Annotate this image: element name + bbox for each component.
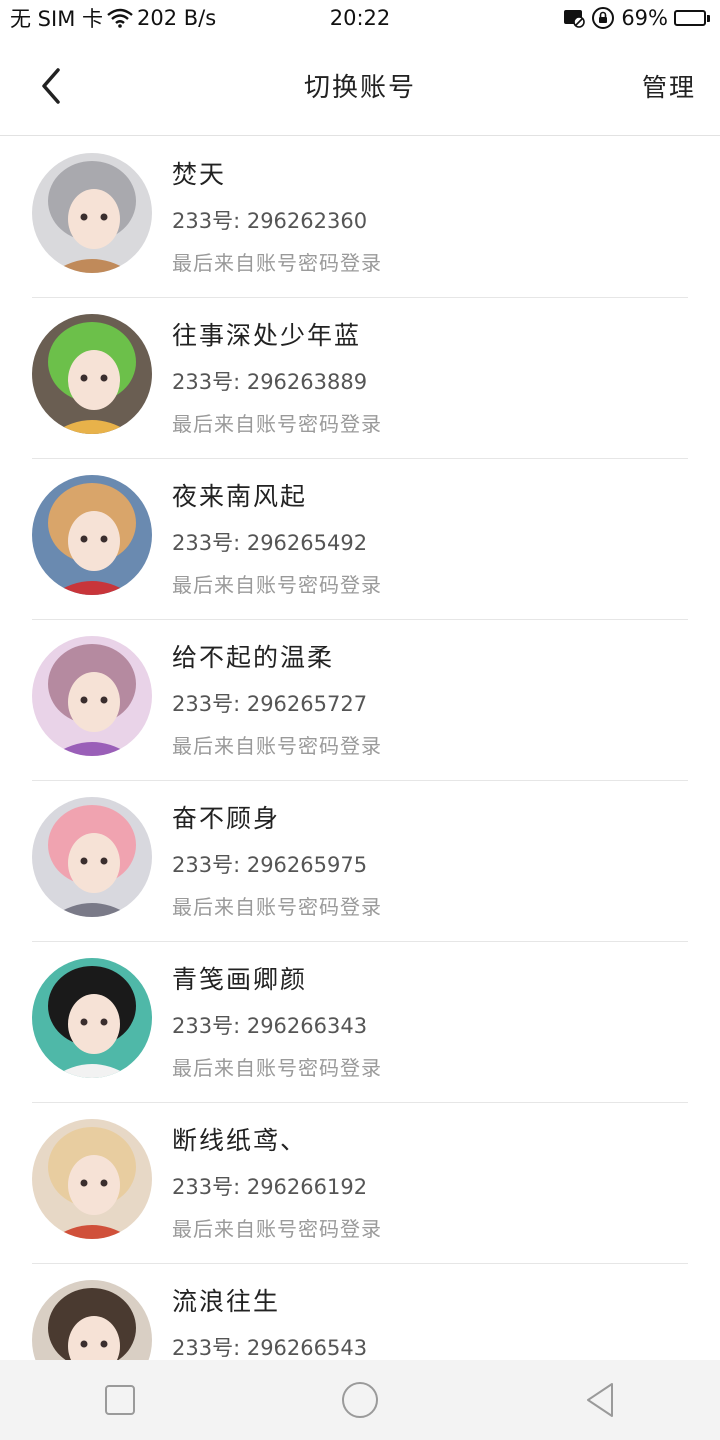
account-name: 焚天 bbox=[172, 160, 227, 189]
account-login-method: 最后来自账号密码登录 bbox=[172, 1217, 382, 1241]
header: 切换账号 管理 bbox=[0, 36, 720, 136]
account-name: 奋不顾身 bbox=[172, 804, 281, 833]
chevron-left-icon bbox=[42, 68, 60, 104]
account-name: 断线纸鸢、 bbox=[172, 1126, 308, 1155]
account-item[interactable]: 给不起的温柔 233号: 296265727 最后来自账号密码登录 bbox=[32, 620, 688, 781]
account-list: 焚天 233号: 296262360 最后来自账号密码登录 往事深处少年蓝 233号: … bbox=[0, 137, 720, 1360]
avatar-eye-left bbox=[80, 374, 88, 382]
account-id: 233号: 296266543 bbox=[172, 1336, 368, 1360]
account-item[interactable]: 夜来南风起 233号: 296265492 最后来自账号密码登录 bbox=[32, 459, 688, 620]
account-item[interactable]: 青笺画卿颜 233号: 296266343 最后来自账号密码登录 bbox=[32, 942, 688, 1103]
avatar-eye-left bbox=[80, 1179, 88, 1187]
avatar-eye-left bbox=[80, 535, 88, 543]
avatar bbox=[32, 1119, 152, 1239]
account-id: 233号: 296265727 bbox=[172, 692, 368, 716]
manage-button[interactable]: 管理 bbox=[642, 68, 696, 104]
account-login-method: 最后来自账号密码登录 bbox=[172, 1056, 382, 1080]
avatar bbox=[32, 475, 152, 595]
avatar bbox=[32, 958, 152, 1078]
account-name: 往事深处少年蓝 bbox=[172, 321, 362, 350]
avatar-face bbox=[68, 350, 120, 410]
avatar bbox=[32, 153, 152, 273]
avatar-eye-right bbox=[100, 696, 108, 704]
account-name: 流浪往生 bbox=[172, 1287, 281, 1316]
wifi-icon bbox=[107, 8, 133, 28]
avatar bbox=[32, 1280, 152, 1360]
avatar-eye-left bbox=[80, 213, 88, 221]
account-login-method: 最后来自账号密码登录 bbox=[172, 251, 382, 275]
avatar-eye-right bbox=[100, 857, 108, 865]
battery-percent: 69% bbox=[621, 6, 668, 30]
account-login-method: 最后来自账号密码登录 bbox=[172, 412, 382, 436]
avatar-face bbox=[68, 994, 120, 1054]
avatar-eye-right bbox=[100, 535, 108, 543]
account-item[interactable]: 流浪往生233号: 296266543最后来自账号密码登录 bbox=[32, 1264, 688, 1360]
account-id: 233号: 296263889 bbox=[172, 370, 368, 394]
avatar-eye-right bbox=[100, 213, 108, 221]
avatar-face bbox=[68, 672, 120, 732]
avatar-face bbox=[68, 189, 120, 249]
rotation-lock-icon bbox=[591, 6, 615, 30]
avatar-eye-left bbox=[80, 696, 88, 704]
network-speed: 202 B/s bbox=[137, 6, 217, 30]
account-name: 青笺画卿颜 bbox=[172, 965, 308, 994]
avatar-face bbox=[68, 833, 120, 893]
avatar-face bbox=[68, 511, 120, 571]
avatar-eye-right bbox=[100, 1179, 108, 1187]
status-right: 69% bbox=[563, 6, 710, 30]
back-nav-button[interactable] bbox=[560, 1370, 640, 1430]
account-id: 233号: 296265492 bbox=[172, 531, 368, 555]
account-item[interactable]: 奋不顾身 233号: 296265975 最后来自账号密码登录 bbox=[32, 781, 688, 942]
account-id: 233号: 296266192 bbox=[172, 1175, 368, 1199]
avatar-eye-left bbox=[80, 1340, 88, 1348]
recent-apps-icon bbox=[105, 1385, 135, 1415]
status-left: 无 SIM 卡 202 B/s bbox=[10, 3, 216, 33]
avatar-eye-right bbox=[100, 374, 108, 382]
account-id: 233号: 296262360 bbox=[172, 209, 368, 233]
account-item[interactable]: 往事深处少年蓝 233号: 296263889 最后来自账号密码登录 bbox=[32, 298, 688, 459]
account-login-method: 最后来自账号密码登录 bbox=[172, 734, 382, 758]
avatar-eye-left bbox=[80, 857, 88, 865]
account-id: 233号: 296265975 bbox=[172, 853, 368, 877]
carrier-text: 无 SIM 卡 bbox=[10, 7, 103, 31]
avatar-eye-left bbox=[80, 1018, 88, 1026]
avatar bbox=[32, 797, 152, 917]
avatar-eye-right bbox=[100, 1018, 108, 1026]
recent-apps-button[interactable] bbox=[80, 1370, 160, 1430]
avatar bbox=[32, 636, 152, 756]
nav-bar bbox=[0, 1360, 720, 1440]
back-icon bbox=[587, 1383, 613, 1417]
home-icon bbox=[342, 1382, 378, 1418]
account-id: 233号: 296266343 bbox=[172, 1014, 368, 1038]
account-name: 给不起的温柔 bbox=[172, 643, 335, 672]
account-login-method: 最后来自账号密码登录 bbox=[172, 573, 382, 597]
page-title: 切换账号 bbox=[303, 73, 416, 103]
account-item[interactable]: 焚天 233号: 296262360 最后来自账号密码登录 bbox=[32, 137, 688, 298]
cast-icon bbox=[563, 8, 586, 28]
status-bar: 无 SIM 卡 202 B/s 20:22 69% bbox=[0, 0, 720, 36]
avatar bbox=[32, 314, 152, 434]
back-button[interactable] bbox=[30, 64, 74, 108]
account-login-method: 最后来自账号密码登录 bbox=[172, 895, 382, 919]
avatar-eye-right bbox=[100, 1340, 108, 1348]
home-button[interactable] bbox=[320, 1370, 400, 1430]
account-name: 夜来南风起 bbox=[172, 482, 308, 511]
account-item[interactable]: 断线纸鸢、 233号: 296266192 最后来自账号密码登录 bbox=[32, 1103, 688, 1264]
avatar-face bbox=[68, 1155, 120, 1215]
battery-icon bbox=[674, 10, 710, 26]
